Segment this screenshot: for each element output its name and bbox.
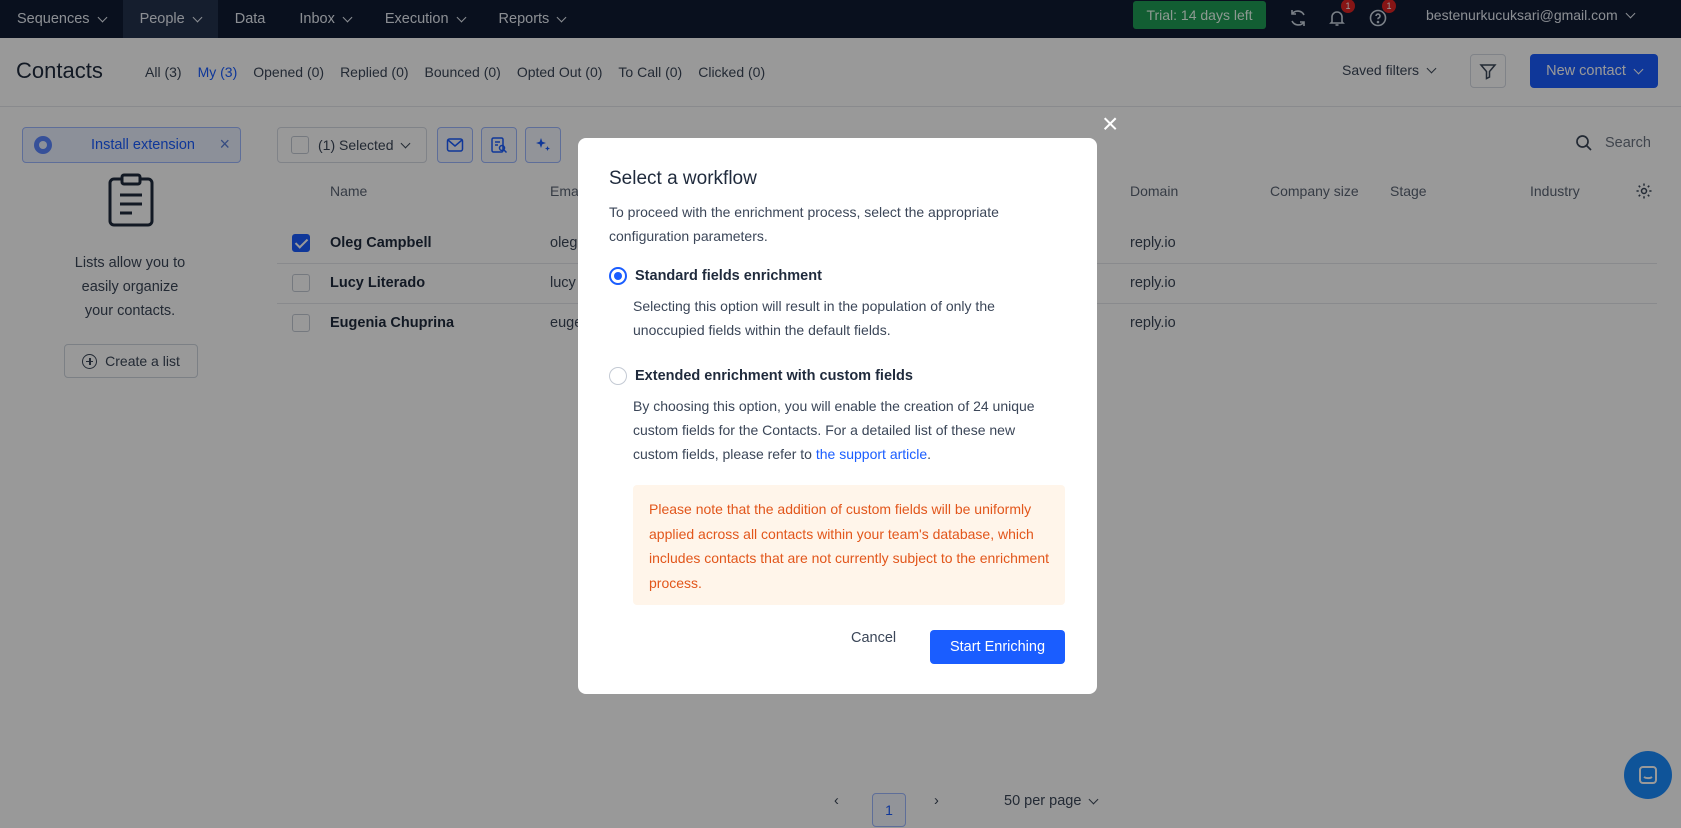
support-article-link[interactable]: the support article xyxy=(816,446,927,462)
custom-fields-warning-note: Please note that the addition of custom … xyxy=(633,485,1065,605)
standard-enrichment-description: Selecting this option will result in the… xyxy=(633,298,995,338)
cancel-button[interactable]: Cancel xyxy=(851,630,896,646)
workflow-modal: Select a workflow To proceed with the en… xyxy=(578,138,1097,694)
sentence-end: . xyxy=(927,446,932,462)
extended-enrichment-radio[interactable] xyxy=(609,367,627,385)
modal-close-icon[interactable]: × xyxy=(1102,110,1118,138)
modal-title: Select a workflow xyxy=(609,168,757,189)
standard-enrichment-radio[interactable] xyxy=(609,267,627,285)
modal-description: To proceed with the enrichment process, … xyxy=(609,204,999,244)
standard-enrichment-label[interactable]: Standard fields enrichment xyxy=(635,268,822,284)
extended-enrichment-description: By choosing this option, you will enable… xyxy=(633,394,1063,466)
start-enriching-button[interactable]: Start Enriching xyxy=(930,630,1065,664)
extended-enrichment-label[interactable]: Extended enrichment with custom fields xyxy=(635,368,913,384)
